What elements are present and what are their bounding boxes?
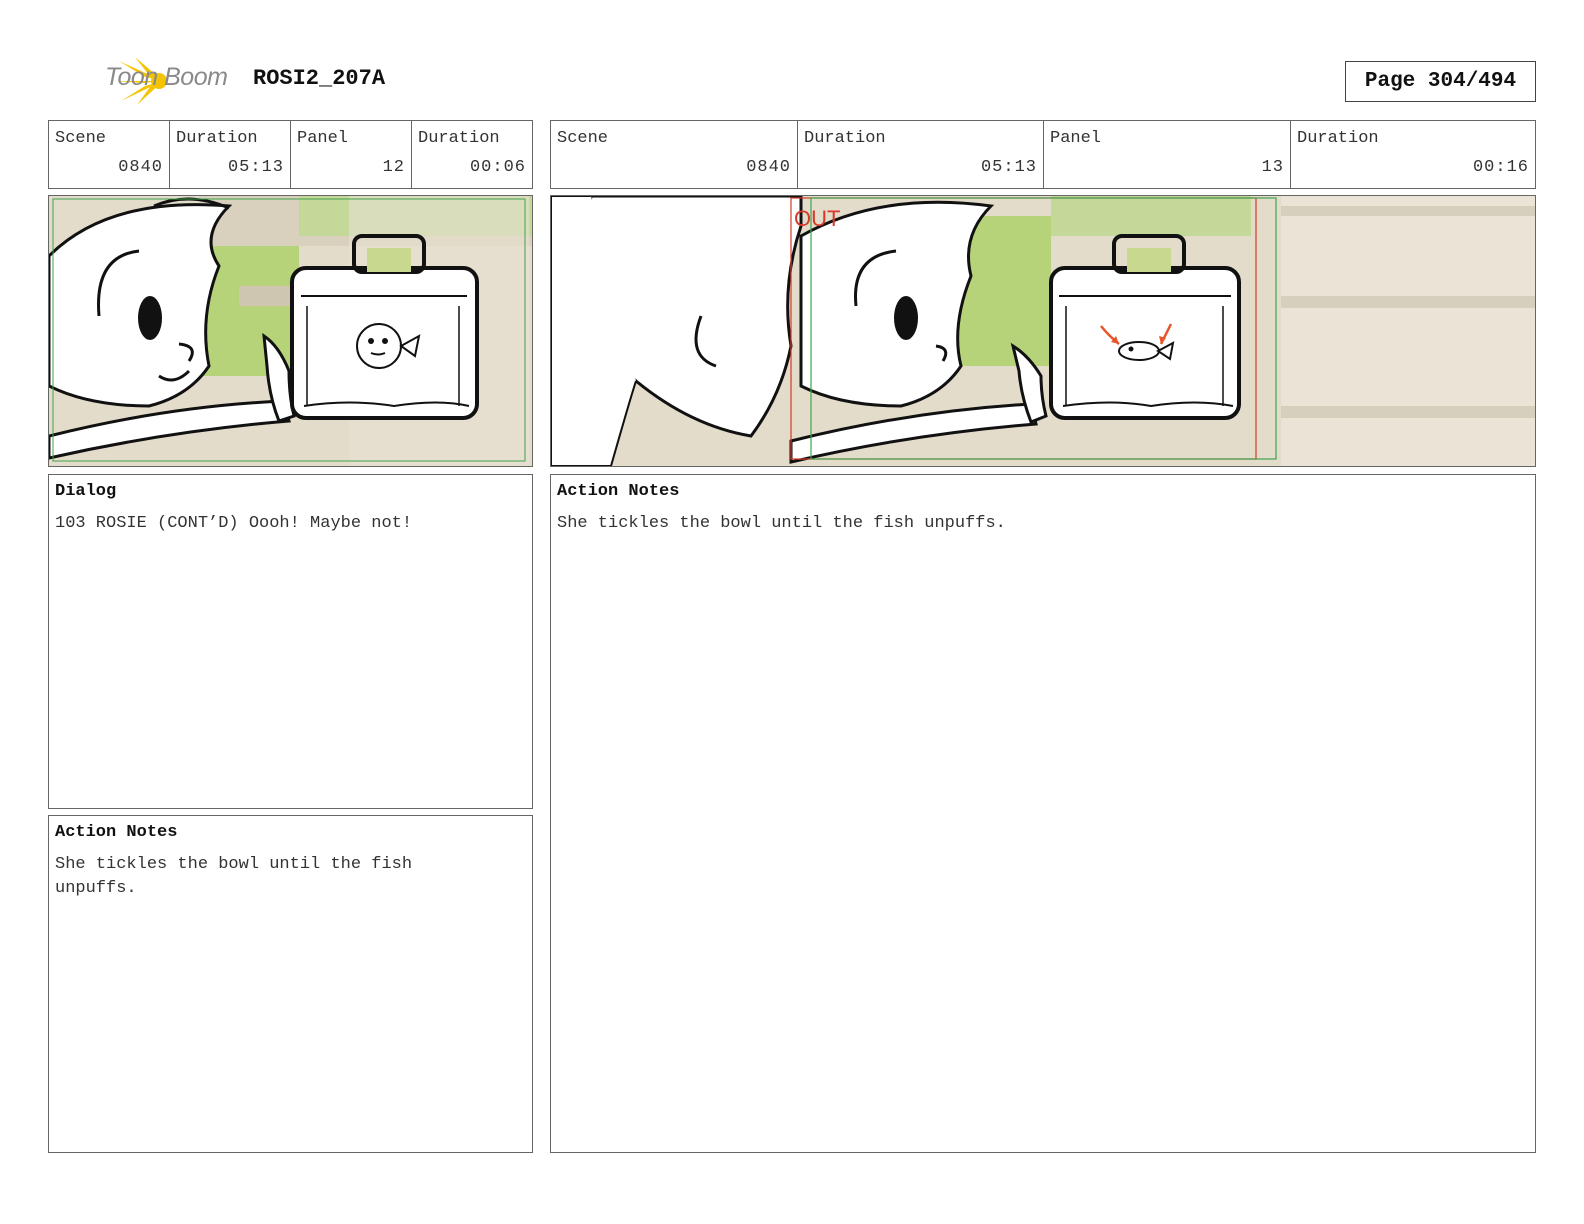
storyboard-drawing: OUT [551, 196, 1535, 466]
duration-cell: Duration 05:13 [798, 121, 1044, 188]
panel-duration-value: 00:16 [1472, 158, 1529, 177]
action-notes-box-left: Action Notes She tickles the bowl until … [48, 815, 533, 1153]
duration-value: 05:13 [227, 158, 284, 177]
panel-value: 12 [382, 158, 405, 177]
duration-value: 05:13 [980, 158, 1037, 177]
panel-cell: Panel 13 [1044, 121, 1291, 188]
panel-label: Panel [1050, 129, 1102, 148]
scene-cell: Scene 0840 [551, 121, 798, 188]
action-notes-heading: Action Notes [55, 823, 178, 842]
duration-label: Duration [804, 129, 886, 148]
duration-label: Duration [176, 129, 258, 148]
panel-cell: Panel 12 [291, 121, 412, 188]
page-number: Page 304/494 [1364, 70, 1517, 93]
action-notes-text: She tickles the bowl until the fish unpu… [55, 855, 413, 898]
scene-label: Scene [557, 129, 609, 148]
page-indicator: Page 304/494 [1345, 61, 1536, 102]
action-notes-heading: Action Notes [557, 482, 680, 501]
panel-label: Panel [297, 129, 349, 148]
duration-cell: Duration 05:13 [170, 121, 291, 188]
camera-out-tag: OUT [794, 206, 840, 231]
logo-wordmark: Toon Boom [105, 63, 228, 91]
action-notes-box-right: Action Notes She tickles the bowl until … [550, 474, 1536, 1153]
right-info-strip: Scene 0840 Duration 05:13 Panel 13 Durat… [550, 120, 1536, 189]
scene-value: 0840 [118, 158, 163, 177]
scene-value: 0840 [746, 158, 791, 177]
dialog-text: 103 ROSIE (CONT’D) Oooh! Maybe not! [55, 514, 413, 533]
panel-duration-label: Duration [1297, 129, 1379, 148]
panel-duration-cell: Duration 00:06 [412, 121, 532, 188]
panel-duration-label: Duration [418, 129, 500, 148]
dialog-heading: Dialog [55, 482, 117, 501]
scene-label: Scene [55, 129, 107, 148]
action-notes-text: She tickles the bowl until the fish unpu… [557, 514, 1006, 533]
panel-value: 13 [1261, 158, 1284, 177]
storyboard-image-panel-13: OUT [550, 195, 1536, 467]
panel-duration-cell: Duration 00:16 [1291, 121, 1535, 188]
dialog-box: Dialog 103 ROSIE (CONT’D) Oooh! Maybe no… [48, 474, 533, 809]
project-title: ROSI2_207A [253, 66, 386, 91]
panel-duration-value: 00:06 [469, 158, 526, 177]
storyboard-drawing [49, 196, 532, 466]
scene-cell: Scene 0840 [49, 121, 170, 188]
storyboard-image-panel-12 [48, 195, 533, 467]
left-info-strip: Scene 0840 Duration 05:13 Panel 12 Durat… [48, 120, 533, 189]
